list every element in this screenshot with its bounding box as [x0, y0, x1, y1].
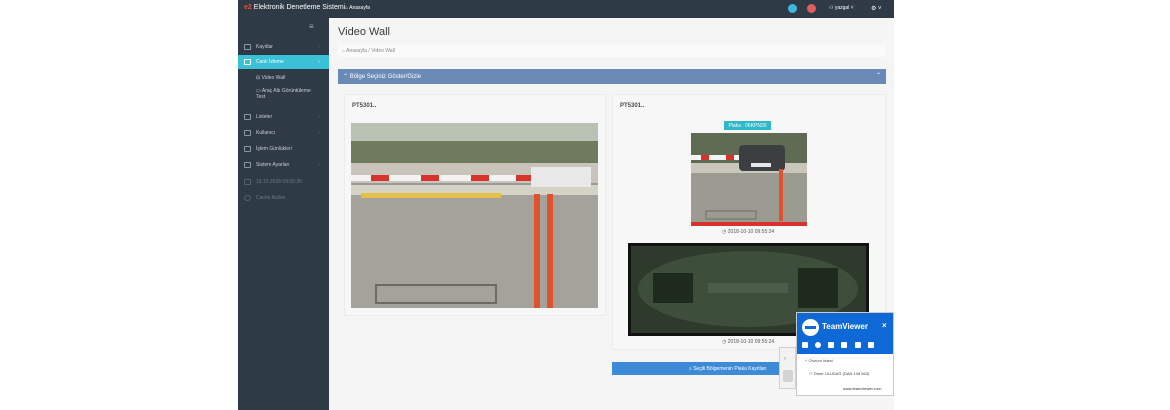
- sidebar-subitem-video-wall[interactable]: ⊟ Video Wall: [256, 75, 285, 81]
- top-navbar: e2 Elektronik Denetleme Sistemi ⌂ Anasayf…: [238, 0, 894, 18]
- sidebar: ≡ Kayıtlar › Canlı İzleme ‹ ⊟ Video Wall…: [238, 18, 329, 410]
- files-icon[interactable]: [841, 342, 847, 348]
- sidebar-item-sistem-ayarlari[interactable]: Sistem Ayarları ›: [238, 158, 329, 172]
- chat-icon[interactable]: [828, 342, 834, 348]
- undercarriage-timestamp: ◷ 2018-10-10 09:55:24: [722, 339, 775, 345]
- breadcrumb-separator: /: [368, 48, 370, 54]
- collapse-icon[interactable]: [868, 342, 874, 348]
- breadcrumb-current: Video Wall: [371, 48, 395, 54]
- brand[interactable]: e2 Elektronik Denetleme Sistemi: [244, 4, 345, 11]
- list-icon: [244, 44, 251, 50]
- home-icon: ⌂: [345, 5, 349, 11]
- switch-sides-icon[interactable]: [815, 342, 821, 348]
- plate-capture-timestamp: ◷ 2018-10-10 09:55:24: [722, 229, 775, 235]
- search-icon: ⌕: [689, 366, 692, 372]
- video-icon: [244, 59, 251, 65]
- clock-icon: ◷: [722, 229, 727, 235]
- home-label: Anasayfa: [349, 5, 371, 11]
- camera-title: PT5301..: [620, 103, 645, 109]
- shield-icon: [244, 179, 251, 185]
- plate-capture-image[interactable]: [691, 133, 807, 226]
- user-name: yazgal: [834, 5, 850, 11]
- teamviewer-logo-icon: [802, 319, 819, 336]
- region-panel-header[interactable]: ⌃ Bölge Seçiniz Göster/Gizle ⌃: [338, 69, 886, 84]
- plate-label-badge: Plaka : 06KPN30: [724, 121, 771, 130]
- sidebar-item-label: Kayıtlar: [256, 44, 273, 50]
- brand-name: Elektronik Denetleme Sistemi: [253, 4, 346, 11]
- teamviewer-title: TeamViewer: [822, 322, 868, 331]
- plate-records-button[interactable]: ⌕ Seçili Bölgemenin Plaka Kayıtları: [612, 362, 792, 375]
- chevron-right-icon: ›: [318, 130, 320, 136]
- chevron-right-icon: ›: [318, 114, 320, 120]
- chevron-left-icon: ‹: [318, 59, 320, 65]
- home-icon: ⌂: [342, 48, 346, 54]
- sidebar-item-canli-izleme[interactable]: Canlı İzleme ‹: [238, 55, 329, 69]
- sidebar-item-label: İşlem Günlükleri: [256, 146, 292, 152]
- chevron-down-icon: ˅: [850, 5, 854, 11]
- user-menu[interactable]: ⚇ yazgal ˅: [829, 5, 854, 11]
- sidebar-item-listeler[interactable]: Listeler ›: [238, 110, 329, 124]
- sidebar-item-islem-gunlukleri[interactable]: İşlem Günlükleri: [238, 142, 329, 156]
- collapse-icon[interactable]: ⌃: [876, 72, 881, 79]
- teamviewer-link[interactable]: www.teamviewer.com: [843, 386, 881, 391]
- user-icon: ⚇: [809, 371, 813, 376]
- sidebar-item-label: Canlı İzleme: [256, 59, 284, 65]
- panel-title: Bölge Seçiniz Göster/Gizle: [349, 74, 422, 80]
- chevron-right-icon: ›: [784, 356, 786, 362]
- info-icon: [244, 195, 251, 201]
- sidebar-item-kayitlar[interactable]: Kayıtlar ›: [238, 40, 329, 54]
- sidebar-item-label: Listeler: [256, 114, 273, 120]
- breadcrumb: ⌂ Anasayfa / Video Wall: [338, 45, 886, 57]
- chevron-up-icon: ⌃: [343, 74, 349, 80]
- menu-toggle-icon[interactable]: ≡: [309, 22, 314, 31]
- video-icon[interactable]: [802, 342, 808, 348]
- sidebar-item-kullanici[interactable]: Kullanıcı ›: [238, 126, 329, 140]
- messages-icon[interactable]: [788, 4, 797, 13]
- user-icon: [244, 130, 251, 136]
- avatar: [783, 370, 793, 382]
- chevron-right-icon: ›: [318, 44, 320, 50]
- clock-icon: ◷: [722, 339, 727, 345]
- list-icon: [244, 114, 251, 120]
- teamviewer-session-item[interactable]: ⚇ Ömer ULUDAĞ (DAN 108 563): [809, 371, 869, 376]
- chevron-down-icon: ˅: [805, 358, 808, 363]
- page-title: Video Wall: [338, 26, 390, 38]
- breadcrumb-home[interactable]: Anasayfa: [346, 48, 367, 54]
- camera-feed-image[interactable]: [351, 123, 598, 308]
- teamviewer-side-panel[interactable]: ›: [779, 347, 796, 389]
- teamviewer-session-list[interactable]: ˅ Oturum listesi: [805, 358, 833, 363]
- log-icon: [244, 146, 251, 152]
- chevron-right-icon: ›: [318, 162, 320, 168]
- sidebar-cache-label: Cache Active: [256, 195, 286, 201]
- teamviewer-panel: TeamViewer × ˅ Oturum listesi ⚇ Ömer ULU…: [796, 312, 894, 396]
- sidebar-item-label: Kullanıcı: [256, 130, 276, 136]
- close-icon[interactable]: ×: [882, 321, 887, 330]
- car-icon: ⊟: [256, 75, 261, 81]
- brand-logo: e2: [244, 4, 252, 11]
- notifications-icon[interactable]: [807, 4, 816, 13]
- sidebar-item-label: Sistem Ayarları: [256, 162, 290, 168]
- settings-menu[interactable]: ⚙ ˅: [871, 5, 882, 12]
- check-icon[interactable]: [855, 342, 861, 348]
- sidebar-item-datetime: 15.10.2018 09:55:36: [238, 175, 329, 189]
- teamviewer-header: TeamViewer ×: [797, 313, 893, 354]
- camera-title: PT5301..: [352, 103, 377, 109]
- settings-icon: ⚙ ˅: [871, 6, 882, 12]
- home-link[interactable]: ⌂ Anasayfa: [345, 5, 370, 11]
- settings-icon: [244, 162, 251, 168]
- sidebar-subitem-arac-alti[interactable]: ▭ Araç Altı Görüntüleme Test: [256, 88, 311, 100]
- user-icon: ⚇: [829, 5, 834, 11]
- sidebar-datetime-label: 15.10.2018 09:55:36: [256, 179, 302, 185]
- sidebar-item-cache[interactable]: Cache Active: [238, 191, 329, 205]
